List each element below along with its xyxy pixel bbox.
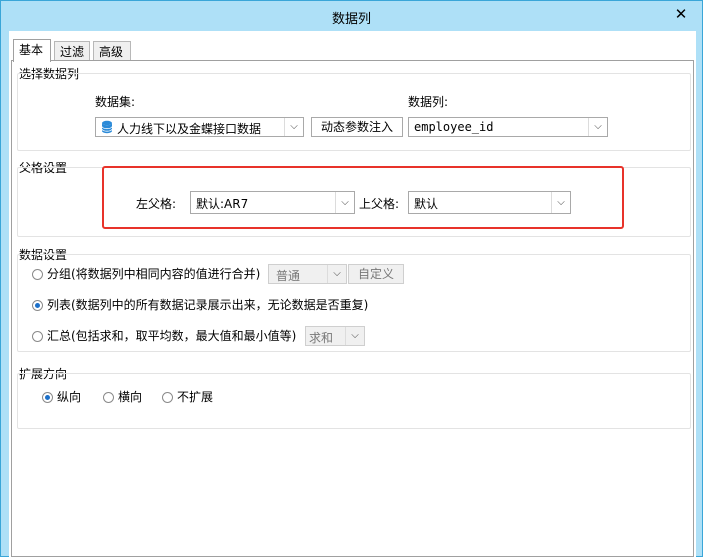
dynamic-param-button[interactable]: 动态参数注入	[311, 117, 403, 137]
group-radio-label: 分组(将数据列中相同内容的值进行合并)	[47, 267, 261, 281]
top-parent-label: 上父格:	[359, 197, 400, 211]
chevron-down-icon[interactable]: ⌵	[551, 192, 570, 213]
column-label: 数据列:	[408, 95, 449, 109]
chevron-down-icon[interactable]: ⌵	[284, 118, 303, 136]
no-expand-radio[interactable]: 不扩展	[162, 389, 213, 405]
chevron-down-icon[interactable]: ⌵	[588, 118, 607, 136]
tab-advanced[interactable]: 高级	[93, 41, 131, 61]
horizontal-radio[interactable]: 横向	[103, 389, 142, 405]
summary-mode-value: 求和	[309, 331, 334, 345]
chevron-down-icon[interactable]: ⌵	[345, 327, 364, 345]
dataset-value: 人力线下以及金蝶接口数据	[117, 122, 262, 136]
radio-circle	[32, 269, 43, 280]
tab-basic[interactable]: 基本	[13, 39, 51, 62]
radio-circle	[103, 392, 114, 403]
radio-circle	[32, 331, 43, 342]
top-parent-select[interactable]: 默认 ⌵	[408, 191, 571, 214]
summary-radio-label: 汇总(包括求和，取平均数，最大值和最小值等)	[47, 329, 297, 343]
left-parent-value: 默认:AR7	[196, 197, 249, 211]
vertical-radio-label: 纵向	[57, 390, 82, 404]
list-radio-label: 列表(数据列中的所有数据记录展示出来，无论数据是否重复)	[47, 298, 369, 312]
dialog-window: 数据列 ✕ 基本 过滤 高级 选择数据列 数据集: 人力线下以及金蝶接口数据 ⌵	[0, 0, 703, 558]
summary-mode-select[interactable]: 求和 ⌵	[305, 326, 365, 346]
radio-circle	[162, 392, 173, 403]
group-mode-select[interactable]: 普通 ⌵	[268, 264, 347, 284]
title-bar[interactable]: 数据列 ✕	[1, 1, 702, 31]
dialog-body: 基本 过滤 高级 选择数据列 数据集: 人力线下以及金蝶接口数据 ⌵ 动态参数注…	[9, 31, 696, 558]
column-value: employee_id	[414, 120, 494, 134]
custom-button[interactable]: 自定义	[348, 264, 404, 284]
chevron-down-icon[interactable]: ⌵	[327, 265, 346, 283]
column-select[interactable]: employee_id ⌵	[408, 117, 608, 137]
tab-filter[interactable]: 过滤	[54, 41, 90, 61]
select-column-group	[17, 73, 691, 151]
dataset-label: 数据集:	[95, 95, 136, 109]
close-icon[interactable]: ✕	[666, 3, 696, 25]
left-parent-select[interactable]: 默认:AR7 ⌵	[190, 191, 355, 214]
list-radio[interactable]: 列表(数据列中的所有数据记录展示出来，无论数据是否重复)	[32, 297, 368, 313]
dialog-title: 数据列	[331, 12, 371, 27]
horizontal-radio-label: 横向	[118, 390, 143, 404]
left-parent-label: 左父格:	[136, 197, 177, 211]
database-icon	[101, 120, 113, 134]
dataset-select[interactable]: 人力线下以及金蝶接口数据 ⌵	[95, 117, 304, 137]
radio-circle	[32, 300, 43, 311]
summary-radio[interactable]: 汇总(包括求和，取平均数，最大值和最小值等)	[32, 328, 296, 344]
group-mode-value: 普通	[276, 269, 301, 283]
no-expand-radio-label: 不扩展	[177, 390, 214, 404]
group-radio[interactable]: 分组(将数据列中相同内容的值进行合并)	[32, 266, 260, 282]
chevron-down-icon[interactable]: ⌵	[335, 192, 354, 213]
tab-panel-basic: 选择数据列 数据集: 人力线下以及金蝶接口数据 ⌵ 动态参数注入 数据列: em…	[11, 60, 694, 557]
radio-circle	[42, 392, 53, 403]
vertical-radio[interactable]: 纵向	[42, 389, 81, 405]
top-parent-value: 默认	[414, 197, 439, 211]
